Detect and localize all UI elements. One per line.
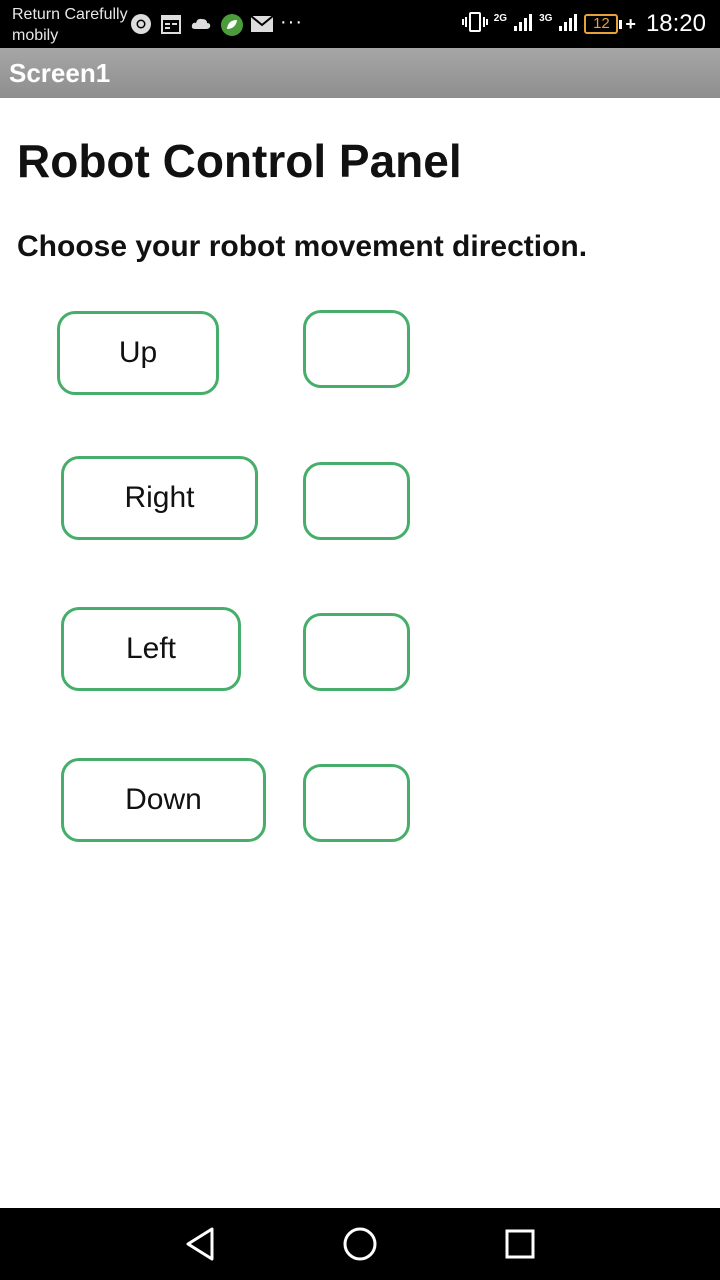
carrier-line-1: Return Carefully (12, 6, 128, 23)
carrier-info: Return Carefully mobily (12, 4, 128, 46)
right-status-box (303, 462, 410, 540)
status-bar: Return Carefully mobily ··· 2G 3G 12 + 1… (0, 0, 720, 48)
down-status-box (303, 764, 410, 842)
system-status: 2G 3G 12 + 18:20 (461, 10, 706, 38)
battery-tip (619, 19, 623, 29)
down-button[interactable]: Down (61, 758, 266, 842)
network-type-1: 2G (493, 12, 508, 24)
signal-icon-2 (558, 12, 578, 37)
battery-icon: 12 + (584, 14, 636, 35)
app-title-bar: Screen1 (0, 48, 720, 98)
app-leaf-icon (220, 13, 243, 36)
mail-icon (250, 13, 274, 35)
left-status-box (303, 613, 410, 691)
page-title: Robot Control Panel (17, 135, 462, 187)
vibrate-icon (461, 11, 488, 38)
chrome-icon (130, 13, 152, 35)
battery-level: 12 (584, 14, 619, 34)
back-icon[interactable] (178, 1222, 222, 1266)
navigation-bar (0, 1208, 720, 1280)
left-button[interactable]: Left (61, 607, 241, 691)
up-button[interactable]: Up (57, 311, 219, 395)
up-status-box (303, 310, 410, 388)
more-dots-icon: ··· (280, 11, 303, 33)
cloud-icon (190, 13, 212, 35)
network-type-2: 3G (539, 12, 553, 24)
recents-icon[interactable] (498, 1222, 542, 1266)
signal-icon-1 (513, 12, 533, 37)
carrier-line-2: mobily (12, 27, 59, 44)
clock: 18:20 (645, 10, 706, 37)
instructions-label: Choose your robot movement direction. (17, 230, 588, 263)
calendar-icon (160, 13, 182, 35)
right-button[interactable]: Right (61, 456, 258, 540)
home-icon[interactable] (338, 1222, 382, 1266)
notification-icons: ··· (130, 12, 303, 36)
charging-icon: + (625, 13, 636, 34)
screen-title: Screen1 (9, 58, 111, 88)
